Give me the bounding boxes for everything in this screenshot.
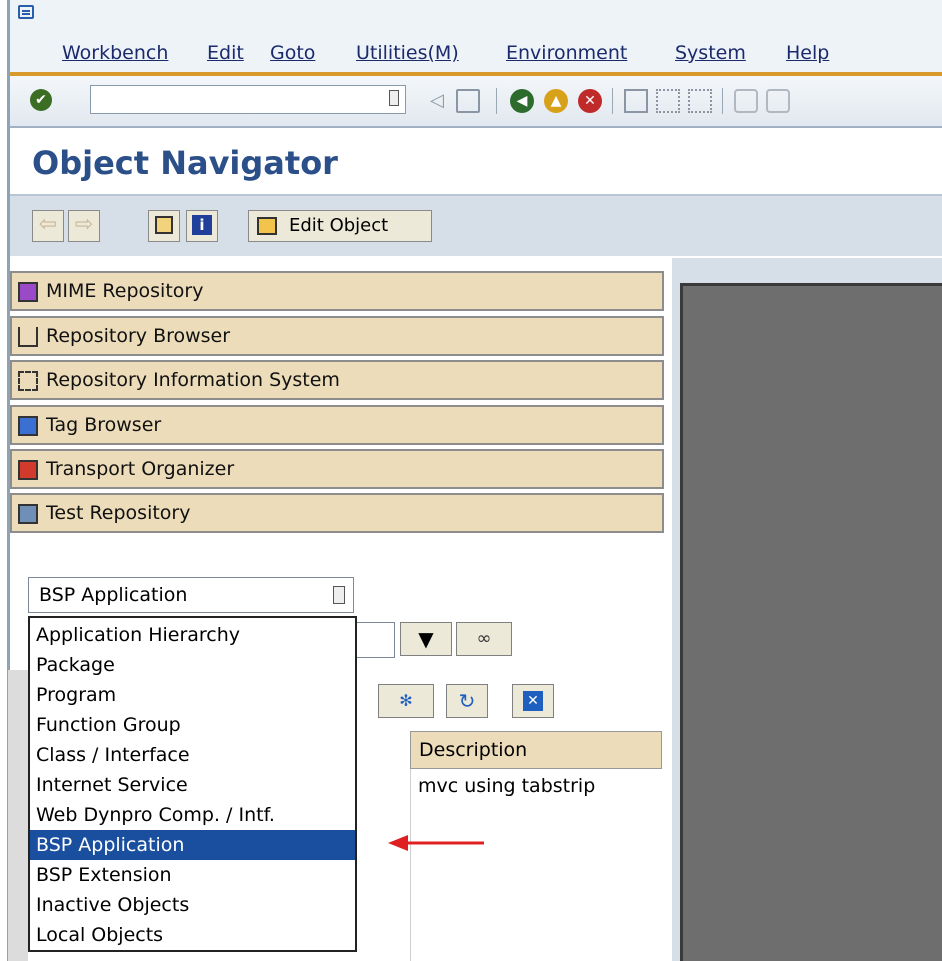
dropdown-option[interactable]: Class / Interface <box>30 740 355 770</box>
info-system-icon <box>18 371 38 391</box>
menu-goto[interactable]: Goto <box>270 42 315 64</box>
nav-button-label: Test Repository <box>46 502 191 524</box>
transport-organizer-button[interactable]: Transport Organizer <box>10 449 664 489</box>
object-type-select[interactable]: BSP Application <box>28 577 354 613</box>
info-icon: i <box>192 215 212 235</box>
dropdown-option[interactable]: BSP Extension <box>30 860 355 890</box>
truck-icon <box>18 460 38 480</box>
nav-button-label: Tag Browser <box>46 414 162 436</box>
nav-button-label: Transport Organizer <box>46 458 235 480</box>
dropdown-option[interactable]: Local Objects <box>30 920 355 950</box>
close-icon: ✕ <box>523 691 543 711</box>
ok-icon[interactable]: ✔ <box>30 89 52 111</box>
glasses-button[interactable]: ∞ <box>456 622 512 656</box>
find-icon[interactable] <box>656 89 680 113</box>
menu-edit[interactable]: Edit <box>207 42 244 64</box>
dropdown-option[interactable]: Inactive Objects <box>30 890 355 920</box>
display-button[interactable]: ▼ <box>400 622 452 656</box>
list-left-edge <box>8 670 28 961</box>
arrow-right-icon: ⇨ <box>74 212 94 237</box>
info-button[interactable]: i <box>186 210 218 242</box>
test-repository-icon <box>18 504 38 524</box>
back-icon[interactable]: ◀ <box>510 89 534 113</box>
menu-environment[interactable]: Environment <box>506 42 627 64</box>
dropdown-option-selected[interactable]: BSP Application <box>30 830 355 860</box>
next-object-button[interactable]: ⇨ <box>68 210 100 242</box>
dropdown-option[interactable]: Package <box>30 650 355 680</box>
dropdown-option[interactable]: Function Group <box>30 710 355 740</box>
mime-repository-button[interactable]: MIME Repository <box>10 271 664 311</box>
hierarchy-button[interactable] <box>148 210 180 242</box>
collapse-triangle-icon[interactable]: ◁ <box>430 89 454 113</box>
page-title: Object Navigator <box>32 144 338 182</box>
menu-help[interactable]: Help <box>786 42 829 64</box>
previous-object-button[interactable]: ⇦ <box>32 210 64 242</box>
menu-system[interactable]: System <box>675 42 746 64</box>
tree-icon <box>18 327 38 347</box>
menu-workbench[interactable]: Workbench <box>62 42 168 64</box>
table-row-description[interactable]: mvc using tabstrip <box>418 775 595 797</box>
dropdown-icon[interactable] <box>333 586 345 604</box>
system-menu-icon[interactable] <box>18 5 34 19</box>
edit-object-label: Edit Object <box>289 215 389 236</box>
refresh-button[interactable]: ↻ <box>446 684 488 718</box>
object-type-dropdown-list: Application Hierarchy Package Program Fu… <box>28 616 357 952</box>
editor-area <box>680 283 942 961</box>
down-triangle-icon: ▼ <box>418 627 434 651</box>
command-history-icon[interactable] <box>389 90 399 106</box>
menu-bar: Workbench Edit Goto Utilities(M) Environ… <box>10 0 942 78</box>
refresh-icon: ↻ <box>458 689 476 713</box>
object-type-value: BSP Application <box>39 584 188 606</box>
repository-information-system-button[interactable]: Repository Information System <box>10 360 664 400</box>
nav-button-label: Repository Browser <box>46 325 231 347</box>
repository-browser-button[interactable]: Repository Browser <box>10 316 664 356</box>
annotation-arrow-icon <box>388 835 484 851</box>
column-divider <box>410 769 411 961</box>
nav-button-label: MIME Repository <box>46 280 204 302</box>
hierarchy-icon <box>155 216 173 234</box>
command-field[interactable] <box>90 85 406 114</box>
mime-icon <box>18 282 38 302</box>
arrow-left-icon: ⇦ <box>38 212 58 237</box>
dropdown-option[interactable]: Application Hierarchy <box>30 620 355 650</box>
tag-browser-icon <box>18 416 38 436</box>
first-page-icon[interactable] <box>734 89 758 113</box>
exit-icon[interactable]: ▲ <box>544 89 568 113</box>
edit-object-icon <box>257 217 277 235</box>
application-toolbar: ⇦ ⇨ i Edit Object <box>10 196 942 256</box>
save-icon[interactable] <box>456 89 480 113</box>
standard-toolbar: ✔ ◁ ◀ ▲ ✕ <box>10 76 942 128</box>
prev-page-icon[interactable] <box>766 89 790 113</box>
glasses-icon: ∞ <box>476 628 492 649</box>
edit-object-button[interactable]: Edit Object <box>248 210 432 242</box>
dropdown-option[interactable]: Web Dynpro Comp. / Intf. <box>30 800 355 830</box>
dropdown-option[interactable]: Internet Service <box>30 770 355 800</box>
find-next-icon[interactable] <box>688 89 712 113</box>
expand-icon: ✻ <box>399 691 413 710</box>
dropdown-option[interactable]: Program <box>30 680 355 710</box>
menu-utilities[interactable]: Utilities(M) <box>356 42 459 64</box>
nav-button-label: Repository Information System <box>46 369 340 391</box>
description-column-header[interactable]: Description <box>410 731 662 769</box>
test-repository-button[interactable]: Test Repository <box>10 493 664 533</box>
expand-button[interactable]: ✻ <box>378 684 434 718</box>
tag-browser-button[interactable]: Tag Browser <box>10 405 664 445</box>
cancel-icon[interactable]: ✕ <box>578 89 602 113</box>
close-list-button[interactable]: ✕ <box>512 684 554 718</box>
print-icon[interactable] <box>624 89 648 113</box>
command-input[interactable] <box>91 86 375 113</box>
